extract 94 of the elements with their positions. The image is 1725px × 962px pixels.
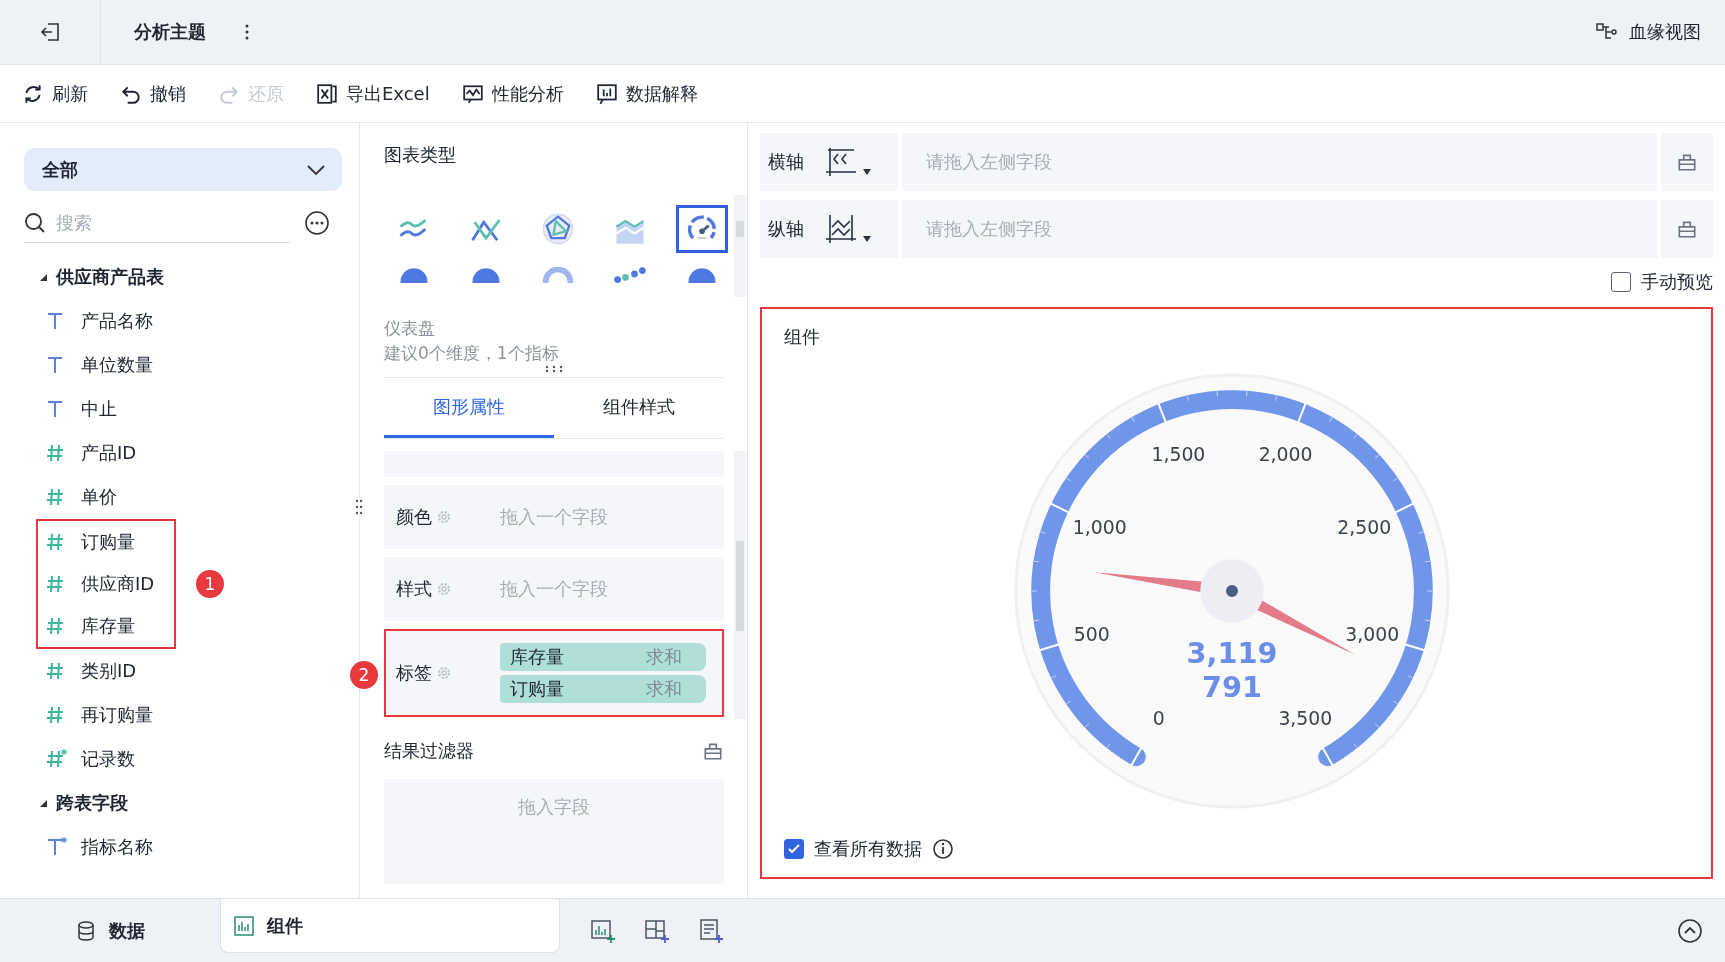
radar-chart-icon bbox=[540, 211, 576, 247]
more-icon[interactable] bbox=[304, 210, 330, 236]
add-layout-icon[interactable] bbox=[644, 918, 670, 944]
bottom-tab[interactable]: 数据 bbox=[0, 899, 220, 962]
toolbar-button[interactable]: 撤销 bbox=[118, 79, 188, 108]
toolbar-button[interactable]: 导出Excel bbox=[314, 79, 432, 108]
excel-icon bbox=[316, 82, 338, 105]
axis-type-dropdown[interactable] bbox=[824, 213, 872, 245]
scrollbar[interactable] bbox=[734, 451, 746, 719]
tick-label: 3,500 bbox=[1277, 708, 1332, 729]
property-label: 标签 bbox=[396, 661, 432, 685]
drop-field[interactable]: 颜色 拖入一个字段 bbox=[384, 485, 724, 549]
drop-placeholder: 拖入一个字段 bbox=[500, 505, 608, 529]
chart-type-button[interactable] bbox=[676, 205, 728, 253]
toolbar-button[interactable]: 数据解释 bbox=[593, 79, 700, 108]
scope-dropdown[interactable]: 全部 bbox=[24, 148, 342, 191]
section-title: 图表类型 bbox=[384, 143, 457, 167]
caret-icon bbox=[862, 168, 872, 176]
axis-label: 横轴 bbox=[768, 150, 804, 174]
bottom-tab[interactable]: 组件 bbox=[220, 899, 560, 953]
checkbox[interactable] bbox=[1611, 272, 1631, 292]
field-item[interactable]: 单位数量 bbox=[24, 343, 341, 387]
scatter-chart-icon bbox=[612, 267, 648, 283]
add-chart-icon[interactable] bbox=[590, 918, 616, 944]
collapse-up-icon[interactable] bbox=[1677, 918, 1703, 944]
field-item[interactable]: 再订购量 bbox=[24, 693, 341, 737]
toolbar-button[interactable]: 性能分析 bbox=[459, 79, 566, 108]
chart-name: 仪表盘 bbox=[384, 317, 436, 340]
chart-hint: 建议0个维度，1个指标 bbox=[384, 342, 560, 365]
search-field[interactable]: 搜索 bbox=[56, 212, 256, 233]
gauge-value: 3,119 bbox=[1186, 636, 1277, 671]
field-item[interactable]: 指标名称 bbox=[24, 825, 341, 869]
axis-label: 纵轴 bbox=[768, 217, 804, 241]
property-label: 样式 bbox=[396, 577, 432, 601]
field-item[interactable]: 类别ID bbox=[24, 649, 341, 693]
collapse-triangle-icon[interactable] bbox=[38, 272, 48, 282]
tick-label: 500 bbox=[1073, 624, 1110, 646]
axis-chart-icon bbox=[824, 146, 858, 178]
checkbox[interactable] bbox=[784, 839, 804, 859]
lineage-icon bbox=[1595, 22, 1619, 42]
field-item[interactable]: 库存量 bbox=[38, 605, 174, 647]
component-title: 组件 bbox=[784, 325, 821, 349]
page-title: 分析主题 bbox=[134, 20, 206, 44]
tab[interactable]: 图形属性 bbox=[384, 378, 554, 438]
section-title: 结果过滤器 bbox=[384, 739, 474, 763]
ring-chart-icon bbox=[540, 267, 576, 283]
exit-icon[interactable] bbox=[39, 21, 61, 43]
info-icon[interactable] bbox=[932, 838, 954, 860]
lineage-view-button[interactable]: 血缘视图 bbox=[1591, 16, 1705, 48]
toolbar-button[interactable]: 刷新 bbox=[20, 79, 90, 108]
table-name[interactable]: 跨表字段 bbox=[56, 791, 128, 815]
scrollbar[interactable] bbox=[734, 195, 746, 297]
field-item[interactable]: 订购量 bbox=[38, 521, 174, 563]
search-icon[interactable] bbox=[24, 211, 46, 234]
axis-chart-icon bbox=[824, 213, 858, 245]
drop-placeholder: 拖入一个字段 bbox=[500, 577, 608, 601]
refresh-icon bbox=[22, 82, 44, 105]
tick-label: 1,000 bbox=[1072, 517, 1127, 539]
drag-handle-icon[interactable] bbox=[355, 498, 363, 518]
number-field-icon bbox=[45, 748, 67, 770]
field-item[interactable]: 中止 bbox=[24, 387, 341, 431]
database-icon bbox=[75, 920, 97, 942]
drag-handle-icon[interactable] bbox=[543, 365, 564, 373]
drop-field[interactable]: 样式 拖入一个字段 bbox=[384, 557, 724, 621]
table-name[interactable]: 供应商产品表 bbox=[56, 265, 164, 289]
checkmark-icon bbox=[787, 842, 801, 856]
more-icon[interactable] bbox=[244, 23, 250, 41]
tick-label: 1,500 bbox=[1150, 444, 1205, 466]
field-pill[interactable]: 库存量 求和 bbox=[500, 643, 706, 671]
tick-label: 2,500 bbox=[1336, 517, 1391, 539]
needle-hub bbox=[1199, 559, 1264, 623]
collapse-triangle-icon[interactable] bbox=[38, 798, 48, 808]
step-badge: 2 bbox=[350, 661, 378, 689]
add-text-icon[interactable] bbox=[698, 918, 724, 944]
field-item[interactable]: 产品名称 bbox=[24, 299, 341, 343]
checkbox-label: 查看所有数据 bbox=[814, 837, 922, 861]
field-item[interactable]: 产品ID bbox=[24, 431, 341, 475]
tick-label: 3,000 bbox=[1344, 624, 1399, 646]
field-item[interactable]: 单价 bbox=[24, 475, 341, 519]
field-item[interactable]: 记录数 bbox=[24, 737, 341, 781]
tab[interactable]: 组件样式 bbox=[554, 378, 724, 438]
axis-type-dropdown[interactable] bbox=[824, 146, 872, 178]
gauge-value: 791 bbox=[1201, 670, 1262, 705]
field-item[interactable]: 供应商ID bbox=[38, 563, 174, 605]
chevron-down-icon bbox=[306, 163, 326, 176]
step-badge: 1 bbox=[196, 570, 224, 598]
checkbox-label: 手动预览 bbox=[1641, 270, 1713, 294]
field-pill[interactable]: 订购量 求和 bbox=[500, 675, 706, 703]
bar-chart-icon bbox=[233, 914, 255, 937]
property-label: 颜色 bbox=[396, 505, 432, 529]
tick-label: 2,000 bbox=[1258, 444, 1313, 466]
tick-label: 0 bbox=[1152, 708, 1165, 729]
text-field-icon bbox=[45, 836, 67, 858]
caret-icon bbox=[862, 235, 872, 243]
